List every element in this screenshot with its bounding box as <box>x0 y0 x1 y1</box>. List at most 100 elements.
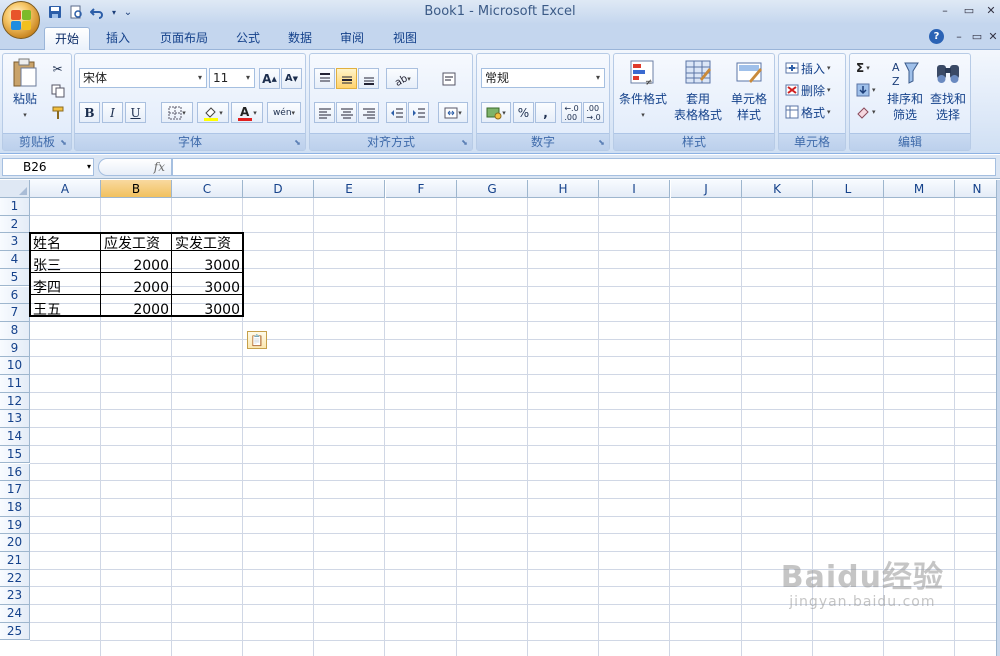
find-select-button[interactable]: 查找和 选择 <box>928 58 968 123</box>
minimize-button[interactable]: – <box>934 2 956 18</box>
orientation-icon[interactable]: ab ▾ <box>386 68 418 89</box>
column-header-c[interactable]: C <box>172 180 243 198</box>
dialog-launcher-icon[interactable]: ⬊ <box>596 137 607 148</box>
formula-input[interactable] <box>172 158 996 176</box>
row-header-10[interactable]: 10 <box>0 357 30 375</box>
italic-button[interactable]: I <box>102 102 123 123</box>
tab-data[interactable]: 数据 <box>278 27 322 50</box>
row-header-23[interactable]: 23 <box>0 587 30 606</box>
row-header-6[interactable]: 6 <box>0 286 30 305</box>
column-header-d[interactable]: D <box>243 180 314 198</box>
row-header-15[interactable]: 15 <box>0 445 30 464</box>
row-header-3[interactable]: 3 <box>0 233 30 252</box>
row-header-22[interactable]: 22 <box>0 569 30 588</box>
merge-center-icon[interactable]: ▾ <box>438 102 468 123</box>
font-color-button[interactable]: A ▾ <box>231 102 263 123</box>
row-header-18[interactable]: 18 <box>0 498 30 517</box>
row-header-19[interactable]: 19 <box>0 516 30 535</box>
ribbon-close-button[interactable]: ✕ <box>982 28 1000 44</box>
decrease-decimal-icon[interactable]: .00 →.0 <box>583 102 604 123</box>
row-header-13[interactable]: 13 <box>0 410 30 429</box>
phonetic-button[interactable]: wén ▾ <box>267 102 301 123</box>
column-header-m[interactable]: M <box>884 180 955 198</box>
column-header-b[interactable]: B <box>101 180 172 198</box>
row-header-14[interactable]: 14 <box>0 428 30 446</box>
row-header-1[interactable]: 1 <box>0 198 30 216</box>
row-header-12[interactable]: 12 <box>0 392 30 411</box>
format-cells-button[interactable]: 格式 ▾ <box>785 102 831 122</box>
shrink-font-button[interactable]: A ▼ <box>281 68 302 89</box>
row-header-16[interactable]: 16 <box>0 463 30 482</box>
underline-button[interactable]: U <box>125 102 146 123</box>
align-left-icon[interactable] <box>314 102 335 123</box>
tab-insert[interactable]: 插入 <box>96 27 140 50</box>
row-header-9[interactable]: 9 <box>0 339 30 358</box>
row-header-5[interactable]: 5 <box>0 268 30 287</box>
column-header-k[interactable]: K <box>742 180 813 198</box>
tab-home[interactable]: 开始 <box>44 27 91 50</box>
column-header-n[interactable]: N <box>955 180 1000 198</box>
office-button[interactable] <box>2 1 40 39</box>
column-header-f[interactable]: F <box>386 180 457 198</box>
insert-function-button[interactable]: fx <box>98 158 172 176</box>
wrap-text-icon[interactable] <box>438 68 459 89</box>
dialog-launcher-icon[interactable]: ⬊ <box>459 137 470 148</box>
restore-button[interactable]: ▭ <box>958 2 980 18</box>
increase-decimal-icon[interactable]: ←.0.00 <box>561 102 582 123</box>
dialog-launcher-icon[interactable]: ⬊ <box>58 137 69 148</box>
fill-button[interactable]: ▾ <box>856 80 876 100</box>
bold-button[interactable]: B <box>79 102 100 123</box>
insert-cells-button[interactable]: 插入 ▾ <box>785 58 831 78</box>
format-painter-icon[interactable] <box>47 102 68 123</box>
borders-button[interactable]: ▾ <box>161 102 193 123</box>
autosum-button[interactable]: Σ ▾ <box>856 58 870 78</box>
align-right-icon[interactable] <box>358 102 379 123</box>
font-size-select[interactable]: 11 ▾ <box>209 68 255 88</box>
column-header-a[interactable]: A <box>30 180 101 198</box>
row-header-7[interactable]: 7 <box>0 304 30 322</box>
column-header-j[interactable]: J <box>671 180 742 198</box>
clear-button[interactable]: ▾ <box>856 102 876 122</box>
delete-cells-button[interactable]: 删除 ▾ <box>785 80 831 100</box>
dialog-launcher-icon[interactable]: ⬊ <box>292 137 303 148</box>
cut-icon[interactable]: ✂ <box>47 58 68 79</box>
grow-font-button[interactable]: A ▲ <box>259 68 280 89</box>
tab-review[interactable]: 审阅 <box>330 27 374 50</box>
paste-options-button[interactable]: 📋 <box>247 331 267 349</box>
decrease-indent-icon[interactable] <box>386 102 407 123</box>
help-icon[interactable]: ? <box>929 29 944 44</box>
row-header-2[interactable]: 2 <box>0 215 30 234</box>
align-center-icon[interactable] <box>336 102 357 123</box>
column-header-h[interactable]: H <box>528 180 599 198</box>
sort-filter-button[interactable]: AZ 排序和 筛选 <box>884 58 926 123</box>
format-as-table-button[interactable]: 套用 表格格式 <box>670 58 726 123</box>
align-bottom-icon[interactable] <box>358 68 379 89</box>
column-header-g[interactable]: G <box>457 180 528 198</box>
tab-view[interactable]: 视图 <box>383 27 427 50</box>
row-header-25[interactable]: 25 <box>0 622 30 641</box>
select-all-button[interactable] <box>0 180 30 198</box>
vertical-scrollbar[interactable] <box>996 180 1000 656</box>
name-box[interactable]: B26 ▾ <box>2 158 94 176</box>
column-header-i[interactable]: I <box>599 180 670 198</box>
copy-icon[interactable] <box>47 80 68 101</box>
percent-button[interactable]: % <box>513 102 534 123</box>
tab-page-layout[interactable]: 页面布局 <box>150 27 218 50</box>
row-header-21[interactable]: 21 <box>0 552 30 570</box>
column-header-l[interactable]: L <box>813 180 884 198</box>
column-header-e[interactable]: E <box>314 180 385 198</box>
row-header-4[interactable]: 4 <box>0 251 30 269</box>
close-button[interactable]: ✕ <box>980 2 1000 18</box>
conditional-format-button[interactable]: ≠ 条件格式 ▾ <box>616 58 670 123</box>
increase-indent-icon[interactable] <box>408 102 429 123</box>
accounting-format-icon[interactable]: ▾ <box>481 102 511 123</box>
align-middle-icon[interactable] <box>336 68 357 89</box>
align-top-icon[interactable] <box>314 68 335 89</box>
row-header-17[interactable]: 17 <box>0 481 30 499</box>
number-format-select[interactable]: 常规 ▾ <box>481 68 605 88</box>
paste-button[interactable]: 粘贴 ▾ <box>7 58 43 123</box>
tab-formulas[interactable]: 公式 <box>226 27 270 50</box>
row-header-24[interactable]: 24 <box>0 605 30 623</box>
cell-styles-button[interactable]: 单元格 样式 <box>726 58 772 123</box>
row-header-11[interactable]: 11 <box>0 375 30 393</box>
